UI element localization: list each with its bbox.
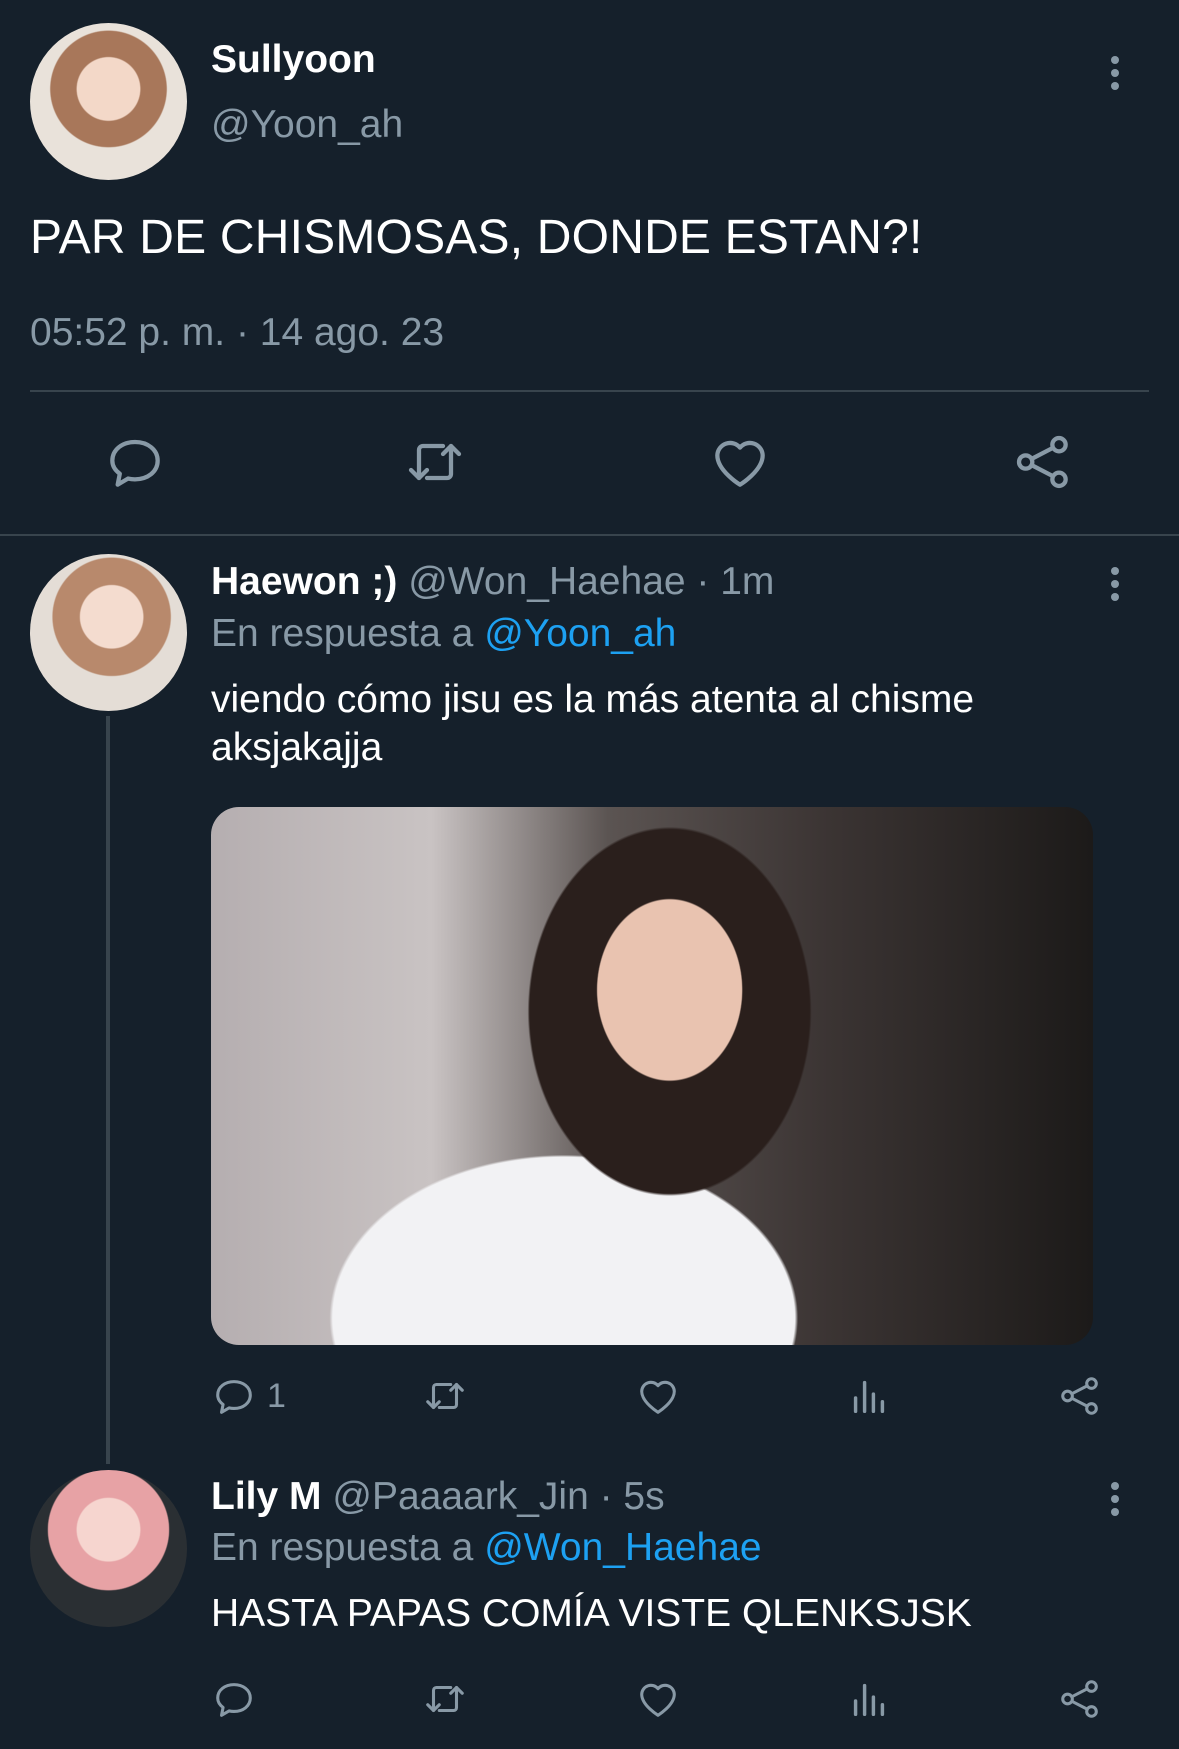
tweet-text: PAR DE CHISMOSAS, DONDE ESTAN?!	[30, 211, 923, 264]
reply-text-line: aksjakajja	[211, 726, 383, 769]
retweet-button[interactable]	[422, 1371, 468, 1421]
author-name[interactable]: Lily M	[211, 1475, 322, 1518]
reply-icon	[216, 1683, 252, 1717]
retweet-icon	[408, 443, 462, 481]
author-handle[interactable]: @Paaaark_Jin	[332, 1475, 588, 1518]
retweet-button[interactable]	[422, 1674, 468, 1724]
author-name[interactable]: Haewon ;)	[211, 560, 397, 603]
replying-to: En respuesta a @Yoon_ah	[211, 612, 676, 656]
main-tweet: Sullyoon @Yoon_ah PAR DE CHISMOSAS, DOND…	[0, 0, 1179, 536]
reply-button[interactable]	[103, 430, 167, 494]
share-icon	[1061, 1680, 1098, 1718]
retweet-icon	[426, 1382, 464, 1410]
reply-button[interactable]: 1	[211, 1371, 286, 1421]
author-handle[interactable]: @Yoon_ah	[211, 103, 403, 147]
replying-to-prefix: En respuesta a	[211, 612, 474, 655]
divider	[30, 390, 1149, 392]
replying-to: En respuesta a @Won_Haehae	[211, 1526, 762, 1570]
retweet-button[interactable]	[403, 430, 467, 494]
avatar[interactable]	[30, 554, 187, 711]
reply-time: · 5s	[599, 1475, 665, 1518]
share-button[interactable]	[1057, 1371, 1103, 1421]
reply-header: Lily M @Paaaark_Jin · 5s	[211, 1475, 665, 1519]
tweet-thread-page: Sullyoon @Yoon_ah PAR DE CHISMOSAS, DOND…	[0, 0, 1179, 1749]
share-button[interactable]	[1057, 1674, 1103, 1724]
reply-text: viendo cómo jisu es la más atenta al chi…	[211, 676, 1111, 772]
reply-button[interactable]	[211, 1674, 257, 1724]
avatar[interactable]	[30, 23, 187, 180]
reply-time: · 1m	[696, 560, 775, 603]
like-icon	[640, 1380, 676, 1414]
reply-icon	[216, 1380, 252, 1414]
like-button[interactable]	[635, 1371, 681, 1421]
share-icon	[1061, 1377, 1098, 1415]
attached-photo[interactable]	[211, 807, 1093, 1345]
more-options-icon[interactable]	[1103, 52, 1127, 102]
avatar[interactable]	[30, 1470, 187, 1627]
retweet-icon	[426, 1685, 464, 1713]
like-icon	[640, 1683, 676, 1717]
replying-to-prefix: En respuesta a	[211, 1526, 474, 1569]
like-button[interactable]	[635, 1674, 681, 1724]
reply-text: HASTA PAPAS COMÍA VISTE QLENKSJSK	[211, 1590, 1111, 1638]
more-options-icon[interactable]	[1103, 563, 1127, 613]
mention-link[interactable]: @Won_Haehae	[484, 1526, 761, 1569]
more-options-icon[interactable]	[1103, 1478, 1127, 1528]
analytics-button[interactable]	[846, 1674, 892, 1724]
like-icon	[715, 440, 765, 487]
like-button[interactable]	[708, 430, 772, 494]
reply-icon	[110, 439, 160, 487]
mention-link[interactable]: @Yoon_ah	[484, 612, 676, 655]
reply-count: 1	[267, 1376, 286, 1415]
thread-line	[106, 716, 110, 1464]
author-name[interactable]: Sullyoon	[211, 38, 376, 82]
analytics-button[interactable]	[846, 1371, 892, 1421]
tweet-timestamp[interactable]: 05:52 p. m. · 14 ago. 23	[30, 311, 444, 355]
author-handle[interactable]: @Won_Haehae	[408, 560, 685, 603]
share-icon	[1016, 435, 1068, 489]
share-button[interactable]	[1011, 430, 1075, 494]
reply-header: Haewon ;) @Won_Haehae · 1m	[211, 560, 774, 604]
reply-text-line: HASTA PAPAS COMÍA VISTE QLENKSJSK	[211, 1592, 972, 1635]
analytics-icon	[853, 1683, 885, 1717]
reply-text-line: viendo cómo jisu es la más atenta al chi…	[211, 678, 975, 721]
analytics-icon	[853, 1380, 885, 1414]
